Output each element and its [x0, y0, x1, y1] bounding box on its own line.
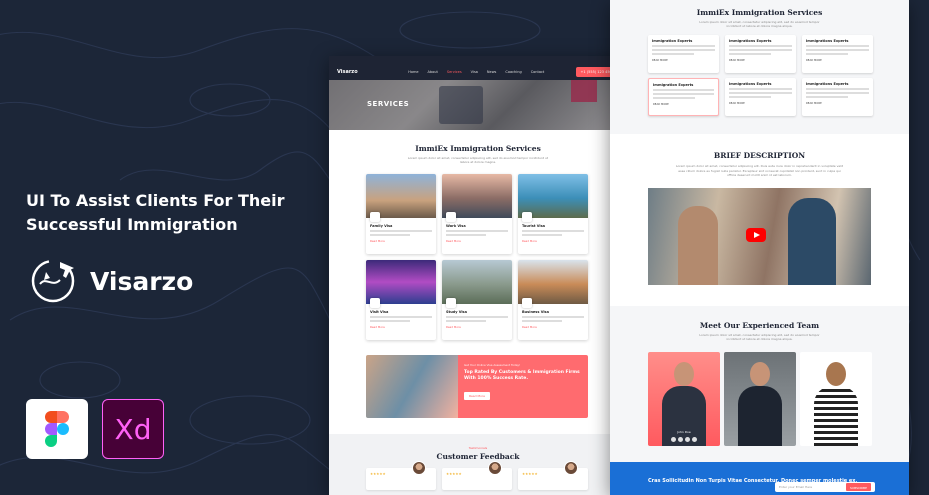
visa-card[interactable]: Visit Visa Read More	[366, 260, 436, 340]
services-section-title: ImmiEx Immigration Services	[415, 144, 541, 153]
expert-card[interactable]: Immigrations Experts READ MORE	[802, 78, 873, 116]
read-more-link[interactable]: READ MORE	[806, 102, 869, 105]
read-more-link[interactable]: READ MORE	[729, 102, 792, 105]
team-member-card[interactable]	[724, 352, 796, 446]
globe-plane-logo-icon	[31, 259, 75, 303]
menu-item-coaching[interactable]: Coaching	[505, 70, 521, 74]
testimonial-card: ★★★★★	[366, 461, 436, 490]
team-member-name: John Doe	[677, 430, 691, 434]
brief-description-section: BRIEF DESCRIPTION Lorem ipsum dolor sit …	[610, 134, 909, 306]
read-more-link[interactable]: Read More	[446, 239, 508, 243]
home-page-mockup: ImmiEx Immigration Services Lorem ipsum …	[610, 0, 909, 495]
email-placeholder: Enter your Email Here	[779, 485, 813, 489]
avatar	[488, 461, 502, 475]
brand-lockup: Visarzo	[26, 254, 193, 308]
subscribe-button[interactable]: SUBSCRIBE	[845, 483, 871, 491]
mockup-navbar: Visarzo Home About Services Visa News Co…	[329, 64, 627, 80]
expert-card-title: Immigrations Experts	[806, 82, 849, 86]
figma-icon	[45, 411, 69, 447]
expert-card[interactable]: Immigrations Experts READ MORE	[802, 35, 873, 73]
expert-card[interactable]: Immigration Experts READ MORE	[648, 78, 719, 116]
services-section-subtitle: Lorem ipsum dolor sit amet, consectetur …	[407, 156, 549, 164]
expert-card-title: Immigration Experts	[652, 39, 693, 43]
mockup-menu: Home About Services Visa News Coaching C…	[385, 70, 568, 74]
success-rate-banner: Get Your Online Visa Assessment Today! T…	[366, 355, 588, 418]
figma-badge	[26, 399, 88, 459]
visa-card[interactable]: Tourist Visa Read More	[518, 174, 588, 254]
banner-read-more-button[interactable]: Read More	[464, 392, 490, 400]
brief-text: Lorem ipsum dolor sit amet, consectetur …	[675, 164, 844, 177]
play-icon[interactable]	[746, 227, 766, 242]
star-rating-icon: ★★★★★	[446, 472, 462, 476]
avatar	[412, 461, 426, 475]
menu-item-contact[interactable]: Contact	[531, 70, 545, 74]
read-more-link[interactable]: READ MORE	[653, 103, 714, 106]
banner-headline: Top Rated By Customers & Immigration Fir…	[464, 370, 580, 381]
team-title: Meet Our Experienced Team	[699, 321, 820, 330]
brief-title: BRIEF DESCRIPTION	[713, 151, 806, 160]
team-member-card[interactable]	[800, 352, 872, 446]
star-rating-icon: ★★★★★	[522, 472, 538, 476]
team-section: Meet Our Experienced Team Lorem ipsum do…	[610, 306, 909, 462]
newsletter-section: Cras Sollicitudin Non Turpis Vitae Conse…	[610, 462, 909, 495]
avatar	[564, 461, 578, 475]
expert-card-title: Immigrations Experts	[806, 39, 849, 43]
xd-icon: Xd	[114, 412, 152, 446]
visa-card[interactable]: Study Visa Read More	[442, 260, 512, 340]
hero-title: SERVICES	[367, 100, 410, 108]
visa-card[interactable]: Business Visa Read More	[518, 260, 588, 340]
star-rating-icon: ★★★★★	[370, 472, 386, 476]
read-more-link[interactable]: Read More	[370, 325, 432, 329]
expert-card[interactable]: Immigrations Experts READ MORE	[725, 35, 796, 73]
email-field[interactable]: Enter your Email Here SUBSCRIBE	[775, 482, 875, 492]
menu-item-visa[interactable]: Visa	[471, 70, 478, 74]
read-more-link[interactable]: READ MORE	[729, 59, 792, 62]
visa-card[interactable]: Work Visa Read More	[442, 174, 512, 254]
menu-item-services[interactable]: Services	[447, 70, 462, 74]
services-section-title: ImmiEx Immigration Services	[696, 8, 823, 17]
services-page-mockup: Visarzo Home About Services Visa News Co…	[329, 56, 627, 495]
expert-card[interactable]: Immigration Experts READ MORE	[648, 35, 719, 73]
testimonial-card: ★★★★★	[442, 461, 512, 490]
services-section-subtitle: Lorem ipsum dolor sit amet, consectetur …	[699, 20, 820, 28]
promo-headline: UI To Assist Clients For Their Successfu…	[26, 191, 285, 234]
team-subtitle: Lorem ipsum dolor sit amet, consectetur …	[699, 333, 820, 341]
services-hero: SERVICES	[329, 80, 627, 130]
menu-item-news[interactable]: News	[487, 70, 496, 74]
read-more-link[interactable]: Read More	[522, 325, 584, 329]
feedback-tag: Testimonials	[468, 446, 488, 450]
mockup-topbar	[329, 56, 627, 64]
read-more-link[interactable]: READ MORE	[806, 59, 869, 62]
social-icons	[648, 437, 720, 442]
customer-feedback-section: Testimonials Customer Feedback ★★★★★ ★★★…	[329, 434, 627, 495]
mockup-logo[interactable]: Visarzo	[337, 69, 377, 75]
read-more-link[interactable]: READ MORE	[652, 59, 715, 62]
expert-card-title: Immigrations Experts	[729, 39, 772, 43]
visa-card-grid: Family Visa Read More Work Visa Read Mor…	[329, 164, 627, 340]
adobe-xd-badge: Xd	[102, 399, 164, 459]
banner-photo	[366, 355, 458, 418]
feedback-title: Customer Feedback	[436, 452, 520, 461]
immigration-services-section: ImmiEx Immigration Services Lorem ipsum …	[610, 0, 909, 134]
video-player[interactable]	[648, 187, 871, 285]
expert-card-title: Immigrations Experts	[729, 82, 772, 86]
visa-card[interactable]: Family Visa Read More	[366, 174, 436, 254]
read-more-link[interactable]: Read More	[446, 325, 508, 329]
testimonial-card: ★★★★★	[518, 461, 588, 490]
brand-name: Visarzo	[90, 266, 194, 296]
menu-item-home[interactable]: Home	[408, 70, 418, 74]
expert-card[interactable]: Immigrations Experts READ MORE	[725, 78, 796, 116]
expert-card-title: Immigration Experts	[653, 83, 694, 87]
read-more-link[interactable]: Read More	[370, 239, 432, 243]
banner-kicker: Get Your Online Visa Assessment Today!	[464, 363, 521, 367]
expert-card-grid: Immigration Experts READ MORE Immigration…	[610, 28, 909, 116]
menu-item-about[interactable]: About	[428, 70, 438, 74]
read-more-link[interactable]: Read More	[522, 239, 584, 243]
team-member-card[interactable]: John Doe	[648, 352, 720, 446]
